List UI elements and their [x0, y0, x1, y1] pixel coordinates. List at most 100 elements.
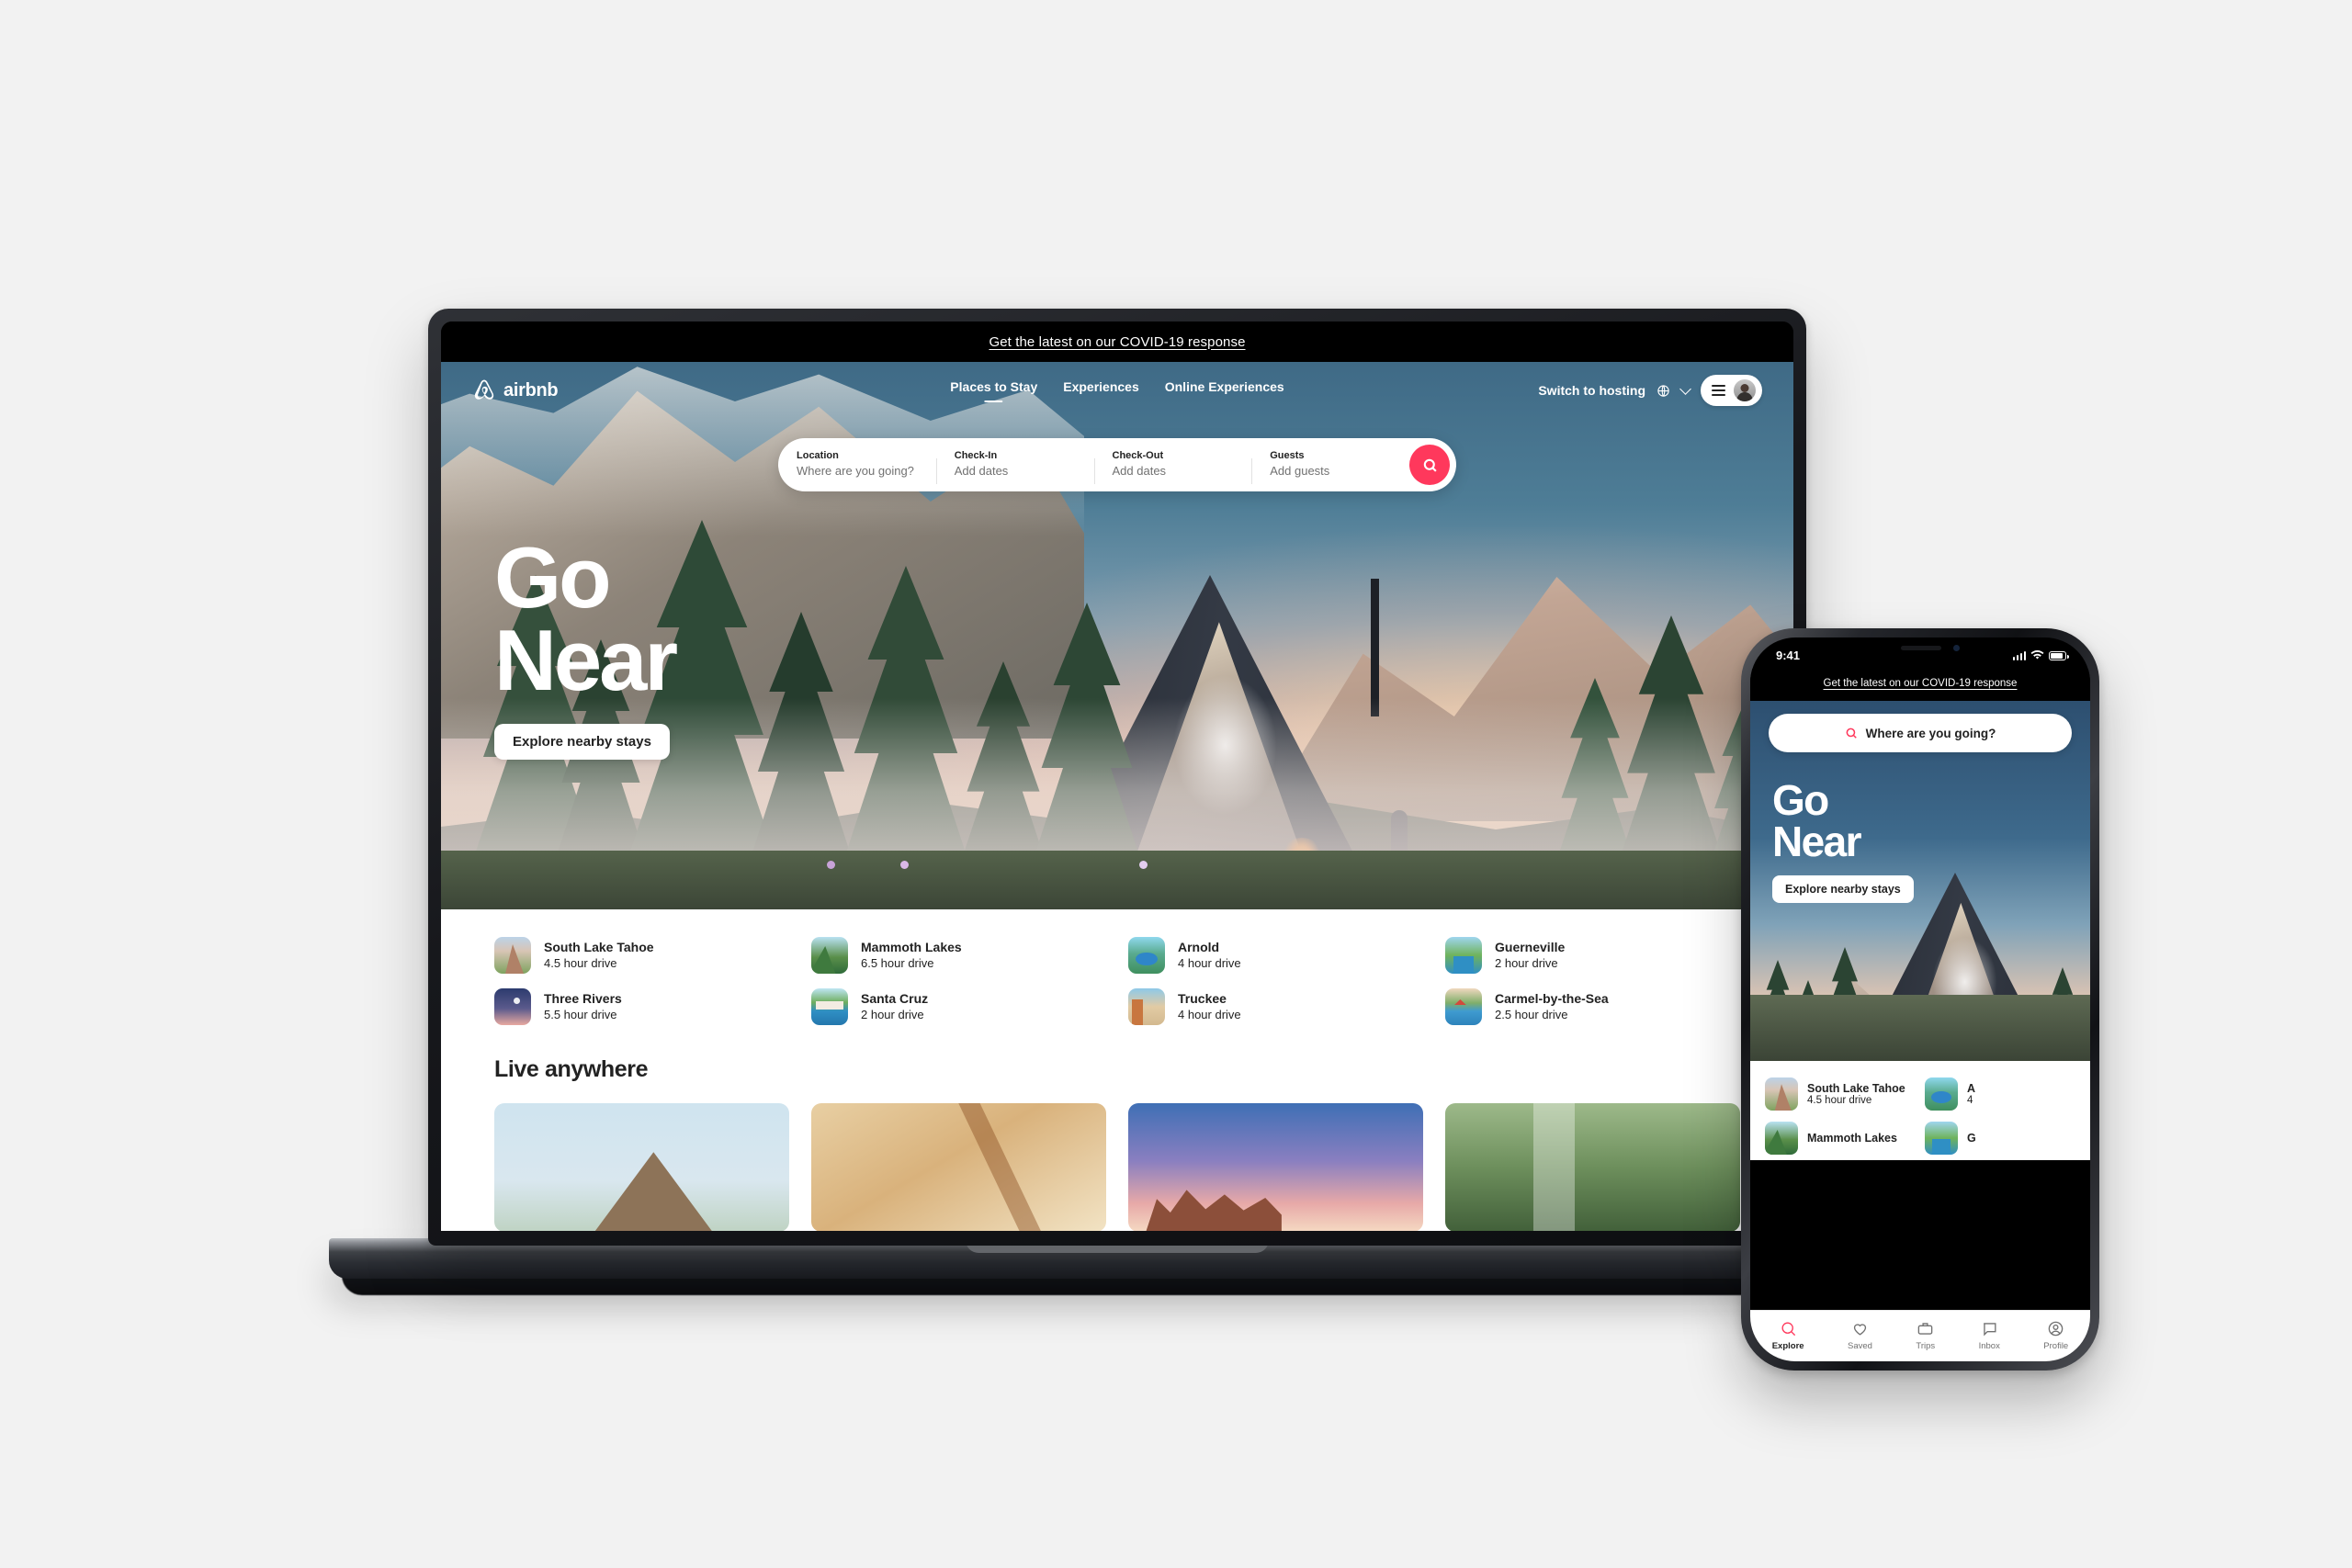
- nearby-destinations-panel: South Lake Tahoe 4.5 hour drive Mammoth …: [441, 909, 1793, 1025]
- destination-drive-time: 4.5 hour drive: [1807, 1095, 1872, 1106]
- phone-covid-banner-link[interactable]: Get the latest on our COVID-19 response: [1824, 678, 2018, 689]
- destination-drive-time: 4 hour drive: [1178, 1008, 1241, 1022]
- destination-card[interactable]: Truckee 4 hour drive: [1128, 988, 1423, 1025]
- search-input-checkin[interactable]: Add dates: [955, 464, 1076, 479]
- live-anywhere-card[interactable]: [811, 1103, 1106, 1231]
- phone-destination-row: South Lake Tahoe 4.5 hour drive A 4 Mamm…: [1750, 1072, 2090, 1160]
- destination-drive-time: 5.5 hour drive: [544, 1008, 617, 1022]
- destination-name: Truckee: [1178, 991, 1227, 1007]
- laptop-lid: Get the latest on our COVID-19 response: [428, 309, 1806, 1246]
- tab-trips[interactable]: Trips: [1916, 1320, 1935, 1351]
- phone-destination-card[interactable]: Mammoth Lakes: [1765, 1116, 1916, 1160]
- live-anywhere-section: Live anywhere: [441, 1025, 1793, 1231]
- phone-destination-card[interactable]: A 4: [1925, 1072, 2075, 1116]
- globe-icon[interactable]: [1657, 384, 1670, 398]
- user-menu-button[interactable]: [1701, 375, 1762, 406]
- navbar-right-group: Switch to hosting: [1538, 375, 1762, 406]
- covid-banner-link[interactable]: Get the latest on our COVID-19 response: [989, 334, 1245, 350]
- destination-card[interactable]: Mammoth Lakes 6.5 hour drive: [811, 937, 1106, 974]
- tab-label: Inbox: [1978, 1340, 2000, 1351]
- phone-destination-card[interactable]: G: [1925, 1116, 2075, 1160]
- chevron-down-icon[interactable]: [1679, 383, 1691, 395]
- user-circle-icon: [2048, 1321, 2064, 1336]
- switch-to-hosting-link[interactable]: Switch to hosting: [1538, 383, 1645, 398]
- search-input-guests[interactable]: Add guests: [1270, 464, 1391, 479]
- destination-name: Santa Cruz: [861, 991, 929, 1007]
- phone-hero-line2: Near: [1772, 818, 1861, 866]
- destination-drive-time: 4: [1967, 1095, 1973, 1106]
- phone-tab-bar: Explore Saved Trips Inbox Profile: [1750, 1310, 2090, 1361]
- search-field-checkin[interactable]: Check-In Add dates: [935, 450, 1094, 484]
- search-label-guests: Guests: [1270, 450, 1305, 462]
- cellular-bars-icon: [2012, 650, 2026, 660]
- destination-name: Arnold: [1178, 940, 1220, 955]
- destination-card[interactable]: Santa Cruz 2 hour drive: [811, 988, 1106, 1025]
- status-time: 9:41: [1776, 648, 1801, 662]
- search-field-location[interactable]: Location Where are you going?: [778, 450, 936, 479]
- destination-name: G: [1967, 1132, 1976, 1145]
- hero-headline-line2: Near: [494, 612, 678, 709]
- destination-card[interactable]: Three Rivers 5.5 hour drive: [494, 988, 789, 1025]
- destination-card[interactable]: Carmel-by-the-Sea 2.5 hour drive: [1445, 988, 1740, 1025]
- tab-places-to-stay[interactable]: Places to Stay: [950, 379, 1037, 402]
- phone-covid-banner[interactable]: Get the latest on our COVID-19 response: [1750, 669, 2090, 701]
- user-avatar-icon[interactable]: [1734, 379, 1756, 401]
- destination-thumbnail: [1925, 1077, 1958, 1111]
- tab-label: Profile: [2043, 1340, 2069, 1351]
- phone-hero-copy: Go Near Explore nearby stays: [1772, 776, 1914, 904]
- search-icon: [1846, 728, 1857, 739]
- airbnb-logo[interactable]: airbnb: [472, 378, 559, 402]
- explore-nearby-stays-button[interactable]: Explore nearby stays: [494, 724, 670, 761]
- search-label-checkout: Check-Out: [1112, 450, 1164, 462]
- live-anywhere-grid: [494, 1103, 1740, 1231]
- destination-thumbnail: [1765, 1077, 1798, 1111]
- live-anywhere-card[interactable]: [1128, 1103, 1423, 1231]
- nav-tabs: Places to Stay Experiences Online Experi…: [950, 379, 1283, 402]
- tab-inbox[interactable]: Inbox: [1979, 1320, 2000, 1351]
- destination-thumbnail: [494, 937, 531, 974]
- phone-search-bar[interactable]: Where are you going?: [1769, 714, 2072, 752]
- search-bar[interactable]: Location Where are you going? Check-In A…: [778, 438, 1456, 491]
- live-anywhere-card[interactable]: [494, 1103, 789, 1231]
- destination-card[interactable]: South Lake Tahoe 4.5 hour drive: [494, 937, 789, 974]
- phone-screen: 9:41 Get the latest on our COVID-19 resp…: [1750, 637, 2090, 1361]
- ridge-line: [1750, 995, 2090, 1061]
- hamburger-menu-icon[interactable]: [1712, 385, 1725, 396]
- chat-bubble-icon: [1983, 1322, 1996, 1336]
- tab-experiences[interactable]: Experiences: [1063, 379, 1139, 402]
- destination-card[interactable]: Arnold 4 hour drive: [1128, 937, 1423, 974]
- laptop-mockup: Get the latest on our COVID-19 response: [329, 309, 1905, 1295]
- covid-banner[interactable]: Get the latest on our COVID-19 response: [441, 321, 1793, 362]
- search-field-checkout[interactable]: Check-Out Add dates: [1093, 450, 1252, 484]
- phone-explore-nearby-button[interactable]: Explore nearby stays: [1772, 875, 1914, 904]
- destination-name: A: [1967, 1082, 1976, 1095]
- tab-label: Saved: [1848, 1340, 1872, 1351]
- tab-saved[interactable]: Saved: [1848, 1320, 1872, 1351]
- search-field-guests[interactable]: Guests Add guests: [1251, 450, 1409, 484]
- phone-destination-card[interactable]: South Lake Tahoe 4.5 hour drive: [1765, 1072, 1916, 1116]
- destination-drive-time: 6.5 hour drive: [861, 956, 934, 971]
- tab-online-experiences[interactable]: Online Experiences: [1165, 379, 1284, 402]
- destination-thumbnail: [1128, 937, 1165, 974]
- hero-section: airbnb Places to Stay Experiences Online…: [441, 362, 1793, 909]
- phone-hero-line1: Go: [1772, 776, 1829, 824]
- search-input-location[interactable]: Where are you going?: [797, 464, 918, 479]
- tab-profile[interactable]: Profile: [2043, 1320, 2068, 1351]
- destination-card[interactable]: Guerneville 2 hour drive: [1445, 937, 1740, 974]
- search-input-checkout[interactable]: Add dates: [1113, 464, 1234, 479]
- live-anywhere-card[interactable]: [1445, 1103, 1740, 1231]
- desktop-navbar: airbnb Places to Stay Experiences Online…: [441, 362, 1793, 419]
- wifi-icon: [2030, 649, 2044, 660]
- destination-thumbnail: [1925, 1122, 1958, 1155]
- destination-drive-time: 4.5 hour drive: [544, 956, 617, 971]
- hero-headline-line1: Go: [494, 529, 612, 626]
- phone-search-placeholder: Where are you going?: [1865, 726, 1996, 740]
- status-icons: [2012, 649, 2069, 660]
- destination-drive-time: 4 hour drive: [1178, 956, 1241, 971]
- search-submit-button[interactable]: [1409, 445, 1450, 485]
- hero-copy: Go Near Explore nearby stays: [494, 529, 678, 761]
- tab-label: Trips: [1916, 1340, 1936, 1351]
- tab-explore[interactable]: Explore: [1772, 1320, 1804, 1351]
- airbnb-wordmark: airbnb: [503, 379, 559, 400]
- destinations-grid: South Lake Tahoe 4.5 hour drive Mammoth …: [494, 937, 1740, 1025]
